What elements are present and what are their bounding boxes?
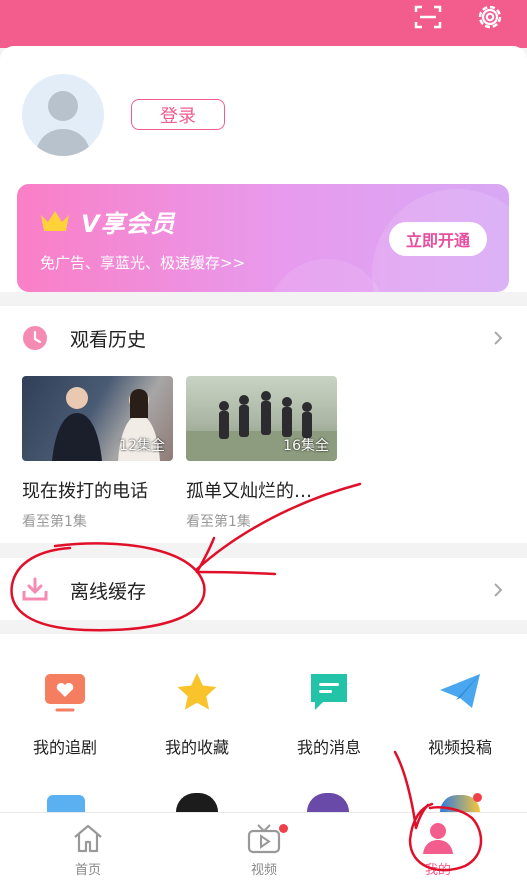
clock-icon	[23, 326, 47, 350]
episode-count: 16集全	[283, 438, 329, 454]
notification-dot	[473, 793, 482, 802]
offline-cache-title[interactable]: 离线缓存	[70, 577, 146, 604]
scan-icon[interactable]	[408, 0, 448, 34]
grid-label[interactable]: 我的追剧	[15, 734, 115, 758]
top-bar	[0, 0, 527, 48]
tv-play-icon[interactable]	[247, 822, 281, 854]
grid-label[interactable]: 我的消息	[279, 734, 379, 758]
episode-count: 12集全	[119, 438, 165, 454]
gear-icon[interactable]	[470, 0, 510, 34]
vip-banner[interactable]: V享会员 免广告、享蓝光、极速缓存>> 立即开通	[17, 184, 509, 292]
history-thumbnail[interactable]: 12集全	[22, 376, 173, 461]
download-icon	[22, 577, 48, 601]
chevron-right-icon[interactable]	[491, 331, 505, 345]
chevron-right-icon[interactable]	[491, 583, 505, 597]
history-item-progress: 看至第1集	[186, 514, 251, 530]
history-item-progress: 看至第1集	[22, 514, 87, 530]
vip-title: V享会员	[81, 210, 176, 238]
feature-grid	[0, 634, 527, 812]
message-icon[interactable]	[307, 670, 351, 714]
vip-decor	[267, 259, 387, 292]
vip-open-button[interactable]: 立即开通	[389, 222, 487, 256]
history-item-title[interactable]: 孤单又灿烂的…	[186, 477, 312, 503]
doc-icon[interactable]	[47, 795, 85, 812]
crown-icon	[41, 211, 69, 231]
home-icon[interactable]	[72, 823, 104, 853]
tab-home[interactable]: 首页	[58, 859, 118, 878]
tab-mine[interactable]: 我的	[408, 859, 468, 878]
login-button[interactable]: 登录	[131, 99, 225, 130]
star-icon[interactable]	[175, 670, 219, 714]
avatar[interactable]	[22, 74, 104, 156]
notification-dot	[279, 824, 288, 833]
tab-video[interactable]: 视频	[234, 859, 294, 878]
history-thumbnail[interactable]: 16集全	[186, 376, 337, 461]
history-title[interactable]: 观看历史	[70, 325, 146, 352]
grid-label[interactable]: 视频投稿	[410, 734, 510, 758]
tv-heart-icon[interactable]	[43, 670, 87, 714]
history-item-title[interactable]: 现在拨打的电话	[22, 477, 148, 503]
user-icon[interactable]	[421, 821, 455, 855]
paper-plane-icon[interactable]	[438, 670, 482, 714]
grid-label[interactable]: 我的收藏	[147, 734, 247, 758]
vip-subtitle[interactable]: 免广告、享蓝光、极速缓存>>	[40, 252, 245, 273]
